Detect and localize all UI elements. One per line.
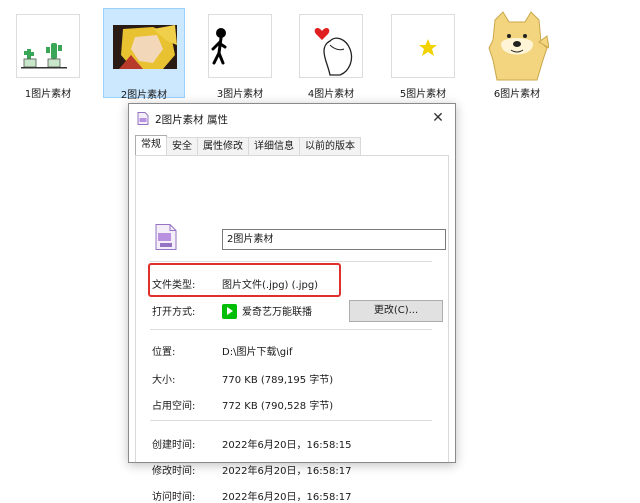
- doge-thumbnail: [485, 8, 549, 82]
- created-value: 2022年6月20日，16:58:15: [222, 440, 352, 451]
- tab-general[interactable]: 常规: [135, 135, 167, 155]
- title-bar[interactable]: 2图片素材 属性 ✕: [129, 104, 455, 132]
- file-item-2[interactable]: 2图片素材: [103, 8, 185, 101]
- divider: [150, 329, 432, 330]
- image-file-icon: [137, 112, 149, 125]
- file-label: 3图片素材: [216, 89, 264, 100]
- modified-label: 修改时间:: [152, 466, 196, 477]
- play-app-icon: [222, 304, 237, 319]
- tab-details[interactable]: 详细信息: [248, 137, 300, 155]
- disk-size-value: 772 KB (790,528 字节): [222, 401, 334, 412]
- size-label: 大小:: [152, 375, 176, 386]
- file-type-label: 文件类型:: [152, 280, 196, 291]
- file-item-4[interactable]: 4图片素材: [290, 8, 372, 100]
- tab-security[interactable]: 安全: [166, 137, 198, 155]
- jpg-file-icon: [155, 224, 177, 250]
- open-with-value: 爱奇艺万能联播: [242, 307, 312, 318]
- tab-previous-versions[interactable]: 以前的版本: [299, 137, 361, 155]
- tab-property-edit[interactable]: 属性修改: [197, 137, 249, 155]
- file-label: 1图片素材: [24, 89, 72, 100]
- file-label: 4图片素材: [307, 89, 355, 100]
- created-label: 创建时间:: [152, 440, 196, 451]
- file-label: 2图片素材: [120, 90, 168, 101]
- file-name-field[interactable]: 2图片素材: [222, 229, 446, 250]
- cactus-thumbnail: [16, 14, 80, 78]
- file-label: 6图片素材: [493, 89, 541, 100]
- accessed-value: 2022年6月20日，16:58:17: [222, 492, 352, 503]
- disk-size-label: 占用空间:: [152, 401, 196, 412]
- size-value: 770 KB (789,195 字节): [222, 375, 334, 386]
- file-label: 5图片素材: [399, 89, 447, 100]
- close-button[interactable]: ✕: [427, 108, 449, 128]
- file-item-5[interactable]: 5图片素材: [382, 8, 464, 100]
- general-panel: 2图片素材 文件类型: 图片文件(.jpg) (.jpg) 打开方式: 爱奇艺万…: [135, 155, 449, 503]
- stick-figure-thumbnail: [208, 14, 272, 78]
- location-label: 位置:: [152, 347, 176, 358]
- properties-dialog: 2图片素材 属性 ✕ 常规 安全 属性修改 详细信息 以前的版本 2图片素材 文…: [128, 103, 456, 503]
- change-button[interactable]: 更改(C)...: [349, 300, 443, 322]
- file-item-6[interactable]: 6图片素材: [476, 8, 558, 100]
- file-item-1[interactable]: 1图片素材: [7, 8, 89, 100]
- divider: [150, 261, 432, 262]
- anime-girl-thumbnail: [113, 15, 177, 79]
- file-type-value: 图片文件(.jpg) (.jpg): [222, 280, 319, 291]
- tab-bar: 常规 安全 属性修改 详细信息 以前的版本: [135, 135, 361, 156]
- accessed-label: 访问时间:: [152, 492, 196, 503]
- modified-value: 2022年6月20日，16:58:17: [222, 466, 352, 477]
- divider: [150, 420, 432, 421]
- star-thumbnail: [391, 14, 455, 78]
- open-with-label: 打开方式:: [152, 307, 196, 318]
- location-value: D:\图片下载\gif: [222, 347, 293, 358]
- dialog-title: 2图片素材 属性: [155, 114, 229, 126]
- file-item-3[interactable]: 3图片素材: [199, 8, 281, 100]
- heart-hand-thumbnail: [299, 14, 363, 78]
